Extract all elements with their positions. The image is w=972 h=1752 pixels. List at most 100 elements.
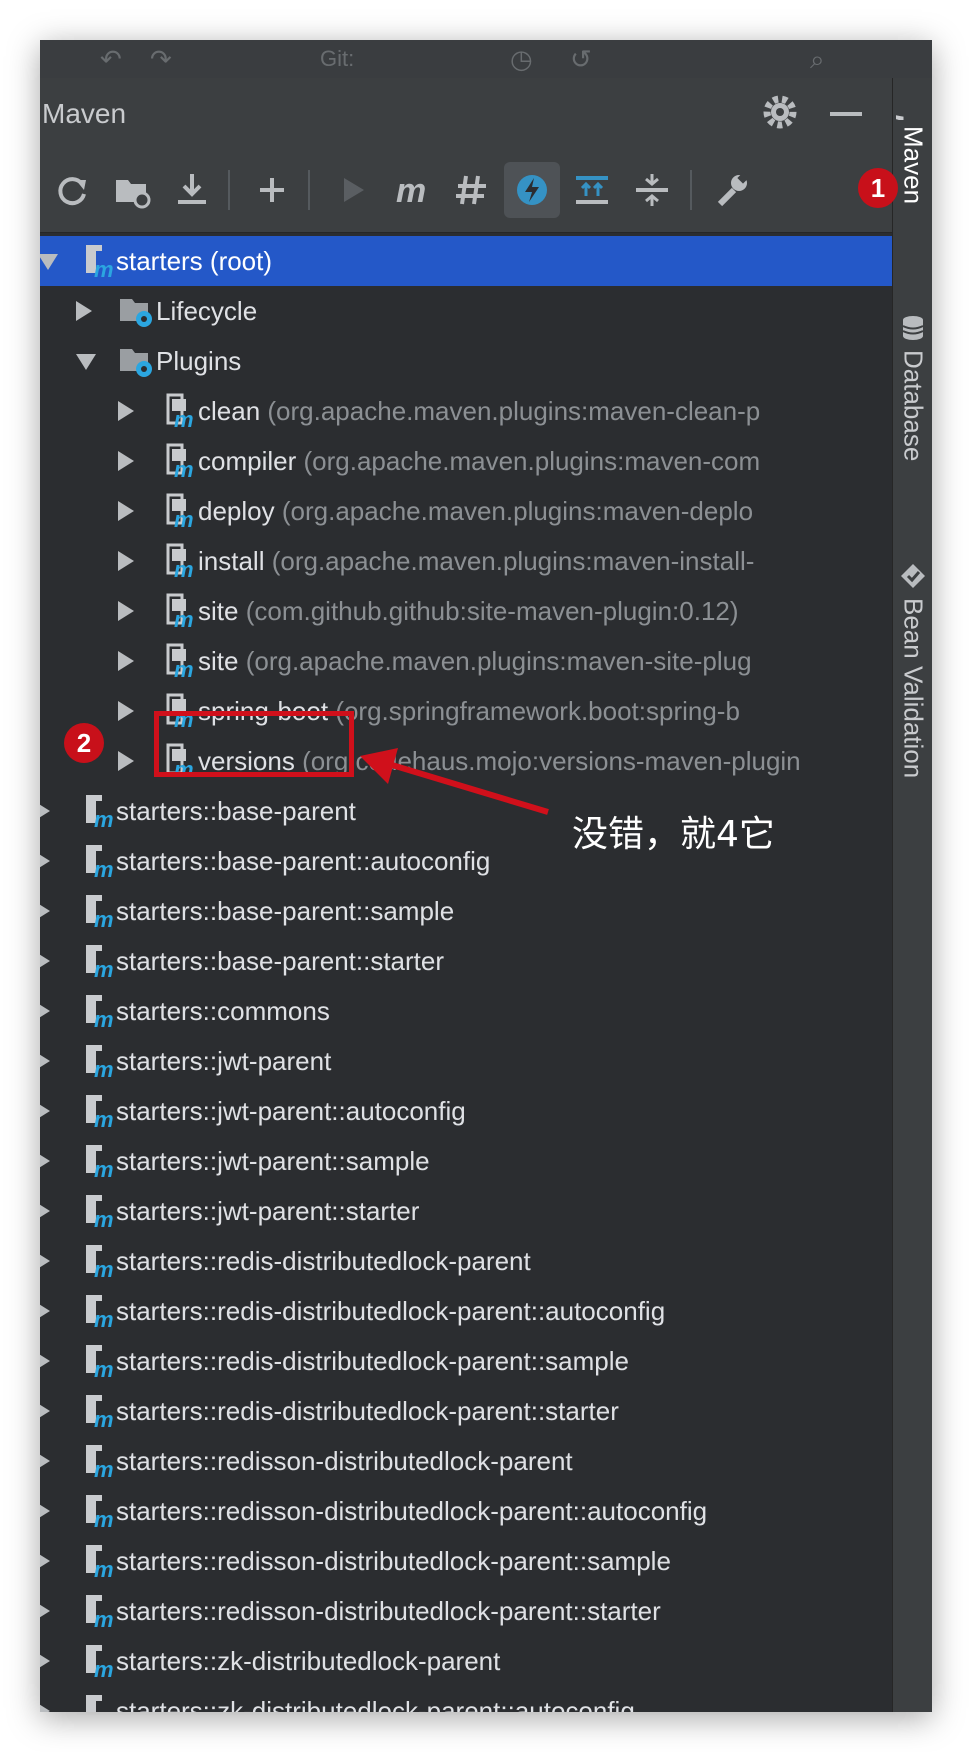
expand-arrow-icon[interactable]	[40, 1401, 50, 1421]
expand-arrow-icon[interactable]	[40, 1151, 50, 1171]
tab-bean-validation[interactable]: Bean Validation	[893, 562, 932, 792]
tree-row-plugins[interactable]: Plugins	[40, 336, 892, 386]
tree-row-module[interactable]: m starters::zk-distributedlock-parent::au…	[40, 1686, 892, 1712]
toggle-offline-icon[interactable]	[444, 162, 500, 218]
expand-arrow-icon[interactable]	[40, 1701, 50, 1712]
toolbar-separator	[690, 170, 692, 210]
expand-arrow-icon[interactable]	[40, 1251, 50, 1271]
tree-row-module[interactable]: m starters::jwt-parent::starter	[40, 1186, 892, 1236]
expand-arrow-icon[interactable]	[118, 701, 134, 721]
expand-arrow-icon[interactable]	[40, 1201, 50, 1221]
module-label: starters::base-parent::sample	[116, 895, 455, 926]
tree-row-module[interactable]: m starters::commons	[40, 986, 892, 1036]
tree-row-plugin[interactable]: m compiler (org.apache.maven.plugins:mav…	[40, 436, 892, 486]
tab-database[interactable]: Database	[893, 314, 932, 514]
tree-row-module[interactable]: m starters::redisson-distributedlock-pare…	[40, 1486, 892, 1536]
module-label: starters::redis-distributedlock-parent	[116, 1245, 531, 1276]
expand-arrow-icon[interactable]	[76, 354, 96, 370]
expand-arrow-icon[interactable]	[118, 751, 134, 771]
reload-icon[interactable]	[44, 162, 100, 218]
skip-tests-icon[interactable]	[504, 162, 560, 218]
expand-arrow-icon[interactable]	[40, 1601, 50, 1621]
tree-row-module[interactable]: m starters::redisson-distributedlock-pare…	[40, 1586, 892, 1636]
expand-arrow-icon[interactable]	[118, 601, 134, 621]
tree-row-module[interactable]: m starters::base-parent::sample	[40, 886, 892, 936]
tree-row-module[interactable]: m starters::redis-distributedlock-parent:…	[40, 1286, 892, 1336]
forward-icon[interactable]: ↷	[150, 44, 172, 75]
expand-arrow-icon[interactable]	[40, 951, 50, 971]
tree-row-module[interactable]: m starters::redisson-distributedlock-pare…	[40, 1536, 892, 1586]
tree-row-module[interactable]: m starters::zk-distributedlock-parent	[40, 1636, 892, 1686]
tree-row-plugin[interactable]: m site (org.apache.maven.plugins:maven-s…	[40, 636, 892, 686]
settings-wrench-icon[interactable]	[704, 162, 760, 218]
expand-arrow-icon[interactable]	[40, 254, 58, 270]
expand-arrow-icon[interactable]	[40, 1001, 50, 1021]
generate-sources-icon[interactable]	[104, 162, 160, 218]
expand-arrow-icon[interactable]	[40, 1301, 50, 1321]
tree-row-module[interactable]: m starters::jwt-parent	[40, 1036, 892, 1086]
svg-text:m: m	[174, 607, 194, 629]
gear-icon[interactable]	[760, 92, 800, 132]
download-icon[interactable]	[164, 162, 220, 218]
plugin-coordinates: (org.codehaus.mojo:versions-maven-plugin	[302, 745, 801, 776]
tree-row-module[interactable]: m starters::redis-distributedlock-parent	[40, 1236, 892, 1286]
expand-arrow-icon[interactable]	[118, 651, 134, 671]
expand-arrow-icon[interactable]	[40, 1501, 50, 1521]
expand-arrow-icon[interactable]	[40, 1051, 50, 1071]
tree-row-plugin[interactable]: m deploy (org.apache.maven.plugins:maven…	[40, 486, 892, 536]
git-label: Git:	[320, 46, 355, 71]
expand-arrow-icon[interactable]	[40, 1351, 50, 1371]
tree-row-module[interactable]: m starters::redis-distributedlock-parent:…	[40, 1336, 892, 1386]
svg-text:m: m	[94, 1457, 114, 1479]
tree-row-module[interactable]: m starters::redis-distributedlock-parent:…	[40, 1386, 892, 1436]
expand-arrow-icon[interactable]	[40, 901, 50, 921]
expand-arrow-icon[interactable]	[40, 801, 50, 821]
module-label: starters::jwt-parent::sample	[116, 1145, 430, 1176]
tree-row-plugin[interactable]: m clean (org.apache.maven.plugins:maven-…	[40, 386, 892, 436]
module-label: starters::base-parent	[116, 795, 356, 826]
run-icon[interactable]	[324, 162, 380, 218]
svg-text:m: m	[94, 1107, 114, 1129]
tab-maven[interactable]: m Maven	[893, 86, 932, 266]
expand-arrow-icon[interactable]	[76, 301, 92, 321]
back-icon[interactable]: ↶	[100, 44, 122, 75]
tree-row-lifecycle[interactable]: Lifecycle	[40, 286, 892, 336]
module-label: starters::zk-distributedlock-parent	[116, 1645, 501, 1676]
plugin-name: compiler	[198, 445, 297, 476]
tree-row-module[interactable]: m starters::jwt-parent::autoconfig	[40, 1086, 892, 1136]
rollback-icon[interactable]: ↺	[570, 44, 592, 75]
show-dependencies-icon[interactable]	[564, 162, 620, 218]
maven-m-icon: m	[896, 113, 914, 120]
collapse-all-icon[interactable]	[624, 162, 680, 218]
expand-arrow-icon[interactable]	[40, 851, 50, 871]
plugin-coordinates: (org.apache.maven.plugins:maven-site-plu…	[245, 645, 752, 676]
minimize-icon[interactable]	[830, 112, 862, 116]
expand-arrow-icon[interactable]	[118, 451, 134, 471]
expand-arrow-icon[interactable]	[118, 401, 134, 421]
maven-module-icon: m	[86, 1545, 114, 1579]
tree-row-root[interactable]: m starters (root)	[40, 236, 892, 286]
expand-arrow-icon[interactable]	[40, 1651, 50, 1671]
expand-arrow-icon[interactable]	[118, 551, 134, 571]
svg-text:m: m	[94, 1357, 114, 1379]
expand-arrow-icon[interactable]	[118, 501, 134, 521]
annotation-badge-1: 1	[858, 168, 898, 208]
maven-module-icon: m	[86, 1295, 114, 1329]
search-everywhere-icon[interactable]: ⌕	[810, 44, 825, 76]
history-icon[interactable]: ◷	[510, 44, 533, 75]
tree-row-module[interactable]: m starters::redisson-distributedlock-pare…	[40, 1436, 892, 1486]
expand-arrow-icon[interactable]	[40, 1551, 50, 1571]
tree-row-plugin[interactable]: m site (com.github.github:site-maven-plu…	[40, 586, 892, 636]
maven-module-icon: m	[86, 1045, 114, 1079]
expand-arrow-icon[interactable]	[40, 1451, 50, 1471]
tree-row-module[interactable]: m starters::jwt-parent::sample	[40, 1136, 892, 1186]
add-icon[interactable]	[244, 162, 300, 218]
callout-text: 没错，就4它	[572, 814, 775, 855]
right-tool-strip: m Maven Database Bean Validation	[892, 78, 932, 1712]
execute-goal-icon[interactable]: m	[384, 162, 440, 218]
tree-row-module[interactable]: m starters::base-parent::starter	[40, 936, 892, 986]
maven-plugin-icon: m	[166, 443, 194, 479]
expand-arrow-icon[interactable]	[40, 1101, 50, 1121]
maven-module-icon: m	[86, 1145, 114, 1179]
tree-row-plugin[interactable]: m install (org.apache.maven.plugins:mave…	[40, 536, 892, 586]
